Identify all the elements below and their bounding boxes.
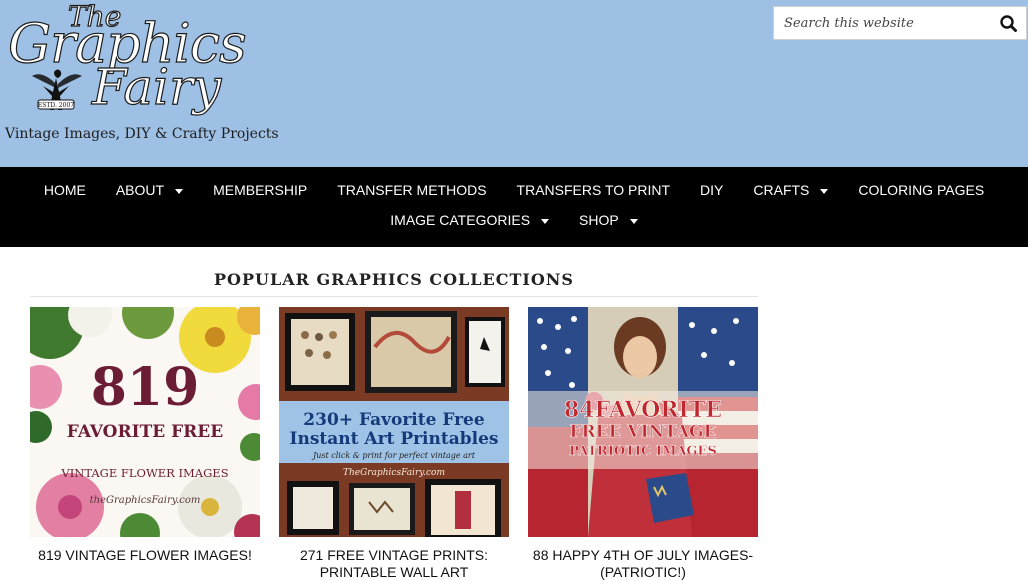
- nav-item-label: HOME: [43, 182, 86, 198]
- nav-item-membership[interactable]: MEMBERSHIP: [198, 182, 322, 198]
- svg-text:PATRIOTIC IMAGES: PATRIOTIC IMAGES: [569, 444, 717, 459]
- nav-item-label: DIY: [700, 182, 724, 198]
- patriotic-postcard-image: 84FAVORITE FREE VINTAGE PATRIOTIC IMAGES: [528, 307, 758, 537]
- collection-card-patriotic[interactable]: 84FAVORITE FREE VINTAGE PATRIOTIC IMAGES…: [528, 307, 758, 581]
- nav-item-label: SHOP: [579, 212, 619, 228]
- nav-item-shop[interactable]: SHOP: [564, 212, 653, 228]
- caret-down-icon: [175, 188, 184, 194]
- nav-item-image-categories[interactable]: IMAGE CATEGORIES: [375, 212, 564, 228]
- site-header: The Graphics ESTD. 2007 Fairy Vintage Im…: [0, 0, 1028, 167]
- svg-text:VINTAGE FLOWER IMAGES: VINTAGE FLOWER IMAGES: [60, 466, 228, 480]
- nav-item-crafts[interactable]: CRAFTS: [738, 182, 843, 198]
- nav-item-label: MEMBERSHIP: [213, 182, 308, 198]
- logo-text-fairy: Fairy: [91, 57, 222, 116]
- search-input[interactable]: [774, 7, 988, 39]
- site-logo[interactable]: The Graphics ESTD. 2007 Fairy Vintage Im…: [0, 0, 279, 152]
- svg-text:230+ Favorite Free: 230+ Favorite Free: [303, 410, 485, 430]
- nav-item-coloring-pages[interactable]: COLORING PAGES: [843, 182, 999, 198]
- nav-item-transfers-to-print[interactable]: TRANSFERS TO PRINT: [502, 182, 686, 198]
- search-form: [773, 6, 1027, 40]
- caret-down-icon: [820, 188, 829, 194]
- svg-text:Instant Art Printables: Instant Art Printables: [290, 429, 499, 449]
- section-title: POPULAR GRAPHICS COLLECTIONS: [214, 270, 574, 289]
- nav-item-label: ABOUT: [115, 182, 165, 198]
- nav-item-label: COLORING PAGES: [858, 182, 985, 198]
- card-thumbnail[interactable]: 230+ Favorite Free Instant Art Printable…: [279, 307, 509, 537]
- svg-text:Just click & print for perfect: Just click & print for perfect vintage a…: [311, 451, 476, 460]
- nav-item-label: TRANSFERS TO PRINT: [516, 182, 671, 198]
- section-divider: [30, 296, 758, 297]
- nav-item-label: CRAFTS: [753, 182, 810, 198]
- svg-text:ESTD. 2007: ESTD. 2007: [38, 102, 74, 109]
- main-navigation: HOME ABOUT MEMBERSHIP TRANSFER METHODS T…: [0, 167, 1028, 247]
- nav-row-2: IMAGE CATEGORIES SHOP: [0, 205, 1028, 235]
- card-caption[interactable]: 271 FREE VINTAGE PRINTS: PRINTABLE WALL …: [279, 547, 509, 581]
- card-caption[interactable]: 819 VINTAGE FLOWER IMAGES!: [30, 547, 260, 564]
- search-button[interactable]: [996, 11, 1022, 37]
- card-thumbnail[interactable]: 84FAVORITE FREE VINTAGE PATRIOTIC IMAGES: [528, 307, 758, 537]
- collection-card-wall-art[interactable]: 230+ Favorite Free Instant Art Printable…: [279, 307, 509, 581]
- nav-item-transfer-methods[interactable]: TRANSFER METHODS: [322, 182, 501, 198]
- caret-down-icon: [629, 218, 638, 224]
- nav-item-about[interactable]: ABOUT: [101, 182, 198, 198]
- nav-item-label: TRANSFER METHODS: [337, 182, 487, 198]
- card-thumbnail[interactable]: 819 FAVORITE FREE VINTAGE FLOWER IMAGES …: [30, 307, 260, 537]
- wall-art-collage-image: 230+ Favorite Free Instant Art Printable…: [279, 307, 509, 537]
- svg-text:84FAVORITE: 84FAVORITE: [564, 397, 722, 423]
- logo-tagline: Vintage Images, DIY & Crafty Projects: [5, 126, 279, 142]
- svg-text:FREE VINTAGE: FREE VINTAGE: [569, 422, 716, 442]
- nav-row-1: HOME ABOUT MEMBERSHIP TRANSFER METHODS T…: [0, 175, 1028, 205]
- card-caption[interactable]: 88 HAPPY 4TH OF JULY IMAGES- (PATRIOTIC!…: [528, 547, 758, 581]
- svg-text:FAVORITE FREE: FAVORITE FREE: [67, 422, 223, 442]
- nav-item-home[interactable]: HOME: [29, 182, 101, 198]
- search-icon: [1000, 15, 1017, 32]
- nav-item-diy[interactable]: DIY: [685, 182, 738, 198]
- svg-text:TheGraphicsFairy.com: TheGraphicsFairy.com: [343, 468, 445, 478]
- fairy-silhouette-icon: ESTD. 2007: [32, 69, 82, 110]
- collection-card-flowers[interactable]: 819 FAVORITE FREE VINTAGE FLOWER IMAGES …: [30, 307, 260, 564]
- svg-text:819: 819: [91, 357, 200, 418]
- svg-text:theGraphicsFairy.com: theGraphicsFairy.com: [90, 495, 201, 506]
- caret-down-icon: [541, 218, 550, 224]
- nav-item-label: IMAGE CATEGORIES: [390, 212, 531, 228]
- flower-collage-image: 819 FAVORITE FREE VINTAGE FLOWER IMAGES …: [30, 307, 260, 537]
